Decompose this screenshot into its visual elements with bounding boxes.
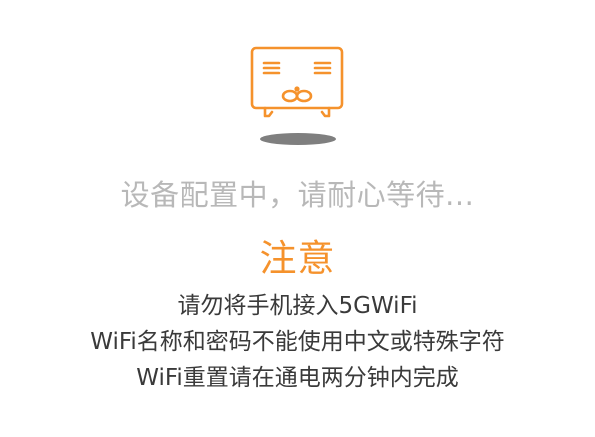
notice-line-5g-wifi: 请勿将手机接入5GWiFi	[177, 293, 418, 319]
notice-line-wifi-reset: WiFi重置请在通电两分钟内完成	[136, 365, 459, 391]
status-message: 设备配置中，请耐心等待...	[120, 178, 475, 212]
router-shadow	[260, 133, 336, 145]
router-body	[250, 46, 344, 118]
router-face-icon	[246, 40, 350, 148]
notice-line-wifi-name-password: WiFi名称和密码不能使用中文或特殊字符	[90, 329, 505, 355]
router-nose	[294, 86, 300, 92]
notice-title: 注意	[259, 237, 336, 280]
